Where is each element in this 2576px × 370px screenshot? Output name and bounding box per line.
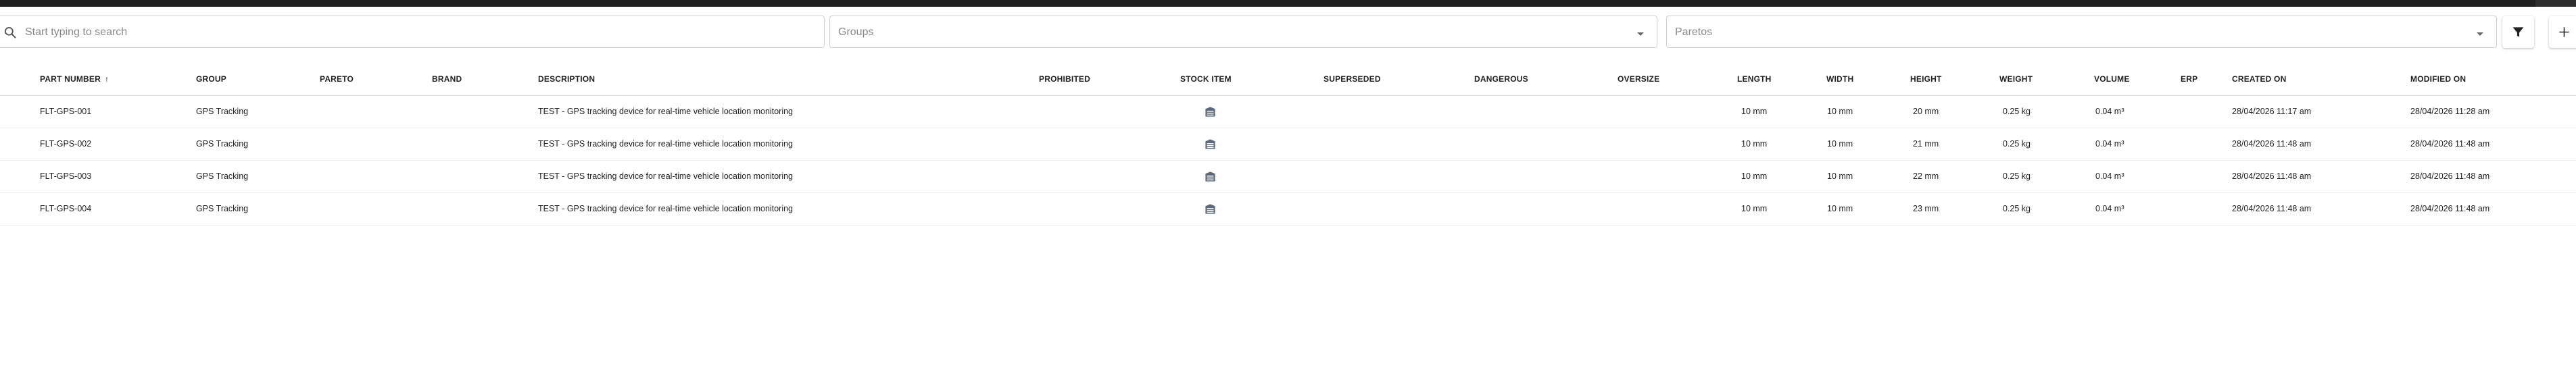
parts-table: PART NUMBER ↑ GROUP PARETO BRAND DESCRIPT… bbox=[0, 63, 2576, 226]
cell-height: 23 mm bbox=[1913, 204, 1939, 213]
cell-weight: 0.25 kg bbox=[2003, 139, 2031, 149]
warehouse-icon bbox=[1205, 204, 1215, 214]
header-width[interactable]: WIDTH bbox=[1826, 63, 1853, 95]
header-dangerous[interactable]: DANGEROUS bbox=[1474, 63, 1528, 95]
cell-width: 10 mm bbox=[1827, 204, 1853, 213]
cell-weight: 0.25 kg bbox=[2003, 204, 2031, 213]
search-icon bbox=[3, 26, 17, 43]
header-created-on[interactable]: CREATED ON bbox=[2232, 63, 2286, 95]
cell-length: 10 mm bbox=[1741, 204, 1768, 213]
header-part-number[interactable]: PART NUMBER ↑ bbox=[40, 63, 109, 95]
header-oversize[interactable]: OVERSIZE bbox=[1618, 63, 1659, 95]
cell-created-on: 28/04/2026 11:48 am bbox=[2232, 171, 2312, 181]
cell-description: TEST - GPS tracking device for real-time… bbox=[538, 171, 794, 181]
cell-width: 10 mm bbox=[1827, 139, 1853, 149]
header-length[interactable]: LENGTH bbox=[1737, 63, 1772, 95]
cell-description: TEST - GPS tracking device for real-time… bbox=[538, 107, 794, 116]
header-stock-item[interactable]: STOCK ITEM bbox=[1180, 63, 1232, 95]
warehouse-icon bbox=[1205, 171, 1215, 182]
table-row[interactable]: FLT-GPS-004 GPS Tracking TEST - GPS trac… bbox=[0, 193, 2576, 226]
plus-icon bbox=[2559, 27, 2569, 37]
paretos-placeholder: Paretos bbox=[1675, 26, 1713, 38]
header-height[interactable]: HEIGHT bbox=[1910, 63, 1942, 95]
header-prohibited[interactable]: PROHIBITED bbox=[1039, 63, 1090, 95]
table-row[interactable]: FLT-GPS-003 GPS Tracking TEST - GPS trac… bbox=[0, 161, 2576, 193]
paretos-select[interactable]: Paretos bbox=[1666, 16, 2497, 48]
table-header-row: PART NUMBER ↑ GROUP PARETO BRAND DESCRIPT… bbox=[0, 63, 2576, 96]
cell-weight: 0.25 kg bbox=[2003, 107, 2031, 116]
header-description[interactable]: DESCRIPTION bbox=[538, 63, 595, 95]
cell-description: TEST - GPS tracking device for real-time… bbox=[538, 204, 794, 213]
cell-modified-on: 28/04/2026 11:48 am bbox=[2410, 171, 2490, 181]
cell-height: 22 mm bbox=[1913, 171, 1939, 181]
cell-modified-on: 28/04/2026 11:28 am bbox=[2410, 107, 2490, 116]
header-volume[interactable]: VOLUME bbox=[2094, 63, 2130, 95]
cell-description: TEST - GPS tracking device for real-time… bbox=[538, 139, 794, 149]
chevron-down-icon bbox=[1636, 29, 1645, 41]
cell-modified-on: 28/04/2026 11:48 am bbox=[2410, 204, 2490, 213]
header-group[interactable]: GROUP bbox=[196, 63, 226, 95]
table-row[interactable]: FLT-GPS-002 GPS Tracking TEST - GPS trac… bbox=[0, 128, 2576, 161]
header-superseded[interactable]: SUPERSEDED bbox=[1323, 63, 1381, 95]
top-app-bar-edge bbox=[2535, 0, 2576, 7]
cell-length: 10 mm bbox=[1741, 171, 1768, 181]
cell-volume: 0.04 m³ bbox=[2095, 204, 2124, 213]
cell-created-on: 28/04/2026 11:48 am bbox=[2232, 204, 2312, 213]
filter-icon bbox=[2512, 27, 2524, 37]
header-part-number-label: PART NUMBER bbox=[40, 74, 101, 84]
cell-group: GPS Tracking bbox=[196, 204, 249, 213]
add-button[interactable] bbox=[2549, 16, 2576, 48]
cell-volume: 0.04 m³ bbox=[2095, 171, 2124, 181]
cell-group: GPS Tracking bbox=[196, 171, 249, 181]
sort-ascending-icon: ↑ bbox=[104, 74, 110, 84]
cell-created-on: 28/04/2026 11:48 am bbox=[2232, 139, 2312, 149]
header-weight[interactable]: WEIGHT bbox=[1999, 63, 2033, 95]
cell-weight: 0.25 kg bbox=[2003, 171, 2031, 181]
cell-height: 20 mm bbox=[1913, 107, 1939, 116]
header-brand[interactable]: BRAND bbox=[432, 63, 462, 95]
cell-part-number: FLT-GPS-003 bbox=[40, 171, 92, 181]
top-app-bar bbox=[0, 0, 2576, 7]
warehouse-icon bbox=[1205, 107, 1215, 117]
cell-part-number: FLT-GPS-002 bbox=[40, 139, 92, 149]
cell-length: 10 mm bbox=[1741, 107, 1768, 116]
cell-part-number: FLT-GPS-004 bbox=[40, 204, 92, 213]
cell-volume: 0.04 m³ bbox=[2095, 107, 2124, 116]
header-modified-on[interactable]: MODIFIED ON bbox=[2410, 63, 2466, 95]
groups-placeholder: Groups bbox=[838, 26, 874, 38]
cell-length: 10 mm bbox=[1741, 139, 1768, 149]
cell-width: 10 mm bbox=[1827, 171, 1853, 181]
cell-part-number: FLT-GPS-001 bbox=[40, 107, 92, 116]
cell-modified-on: 28/04/2026 11:48 am bbox=[2410, 139, 2490, 149]
cell-height: 21 mm bbox=[1913, 139, 1939, 149]
cell-volume: 0.04 m³ bbox=[2095, 139, 2124, 149]
cell-group: GPS Tracking bbox=[196, 139, 249, 149]
filter-button[interactable] bbox=[2502, 16, 2534, 48]
cell-group: GPS Tracking bbox=[196, 107, 249, 116]
table-row[interactable]: FLT-GPS-001 GPS Tracking TEST - GPS trac… bbox=[0, 96, 2576, 128]
warehouse-icon bbox=[1205, 139, 1215, 149]
header-pareto[interactable]: PARETO bbox=[320, 63, 354, 95]
groups-select[interactable]: Groups bbox=[829, 16, 1657, 48]
header-erp[interactable]: ERP bbox=[2181, 63, 2197, 95]
cell-created-on: 28/04/2026 11:17 am bbox=[2232, 107, 2312, 116]
cell-width: 10 mm bbox=[1827, 107, 1853, 116]
search-input[interactable]: Start typing to search bbox=[0, 16, 825, 48]
chevron-down-icon bbox=[2476, 29, 2484, 41]
search-placeholder: Start typing to search bbox=[25, 26, 128, 38]
